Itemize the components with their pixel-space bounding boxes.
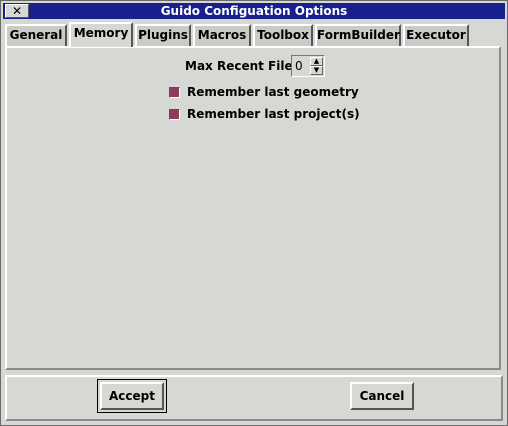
tab-toolbox[interactable]: Toolbox: [253, 24, 313, 46]
tab-memory[interactable]: Memory: [69, 22, 133, 47]
config-dialog: ✕ Guido Configuation Options General Mem…: [0, 0, 508, 426]
remember-projects-label: Remember last project(s): [187, 107, 360, 121]
max-recent-files-spinbox[interactable]: 0 ▲ ▼: [291, 55, 325, 77]
tab-bar: General Memory Plugins Macros Toolbox Fo…: [5, 22, 505, 47]
tab-general[interactable]: General: [5, 24, 67, 46]
remember-geometry-label: Remember last geometry: [187, 85, 359, 99]
tab-formbuilder[interactable]: FormBuilder: [315, 24, 401, 46]
accept-button[interactable]: Accept: [100, 382, 164, 410]
tab-macros[interactable]: Macros: [193, 24, 251, 46]
max-recent-files-value[interactable]: 0: [295, 59, 303, 73]
window-title: Guido Configuation Options: [160, 4, 348, 18]
close-icon[interactable]: ✕: [12, 4, 22, 18]
max-recent-files-label: Max Recent Files: [185, 59, 300, 73]
spin-up-arrow-icon[interactable]: ▲: [310, 57, 323, 66]
cancel-button[interactable]: Cancel: [350, 382, 414, 410]
spin-down-arrow-icon[interactable]: ▼: [310, 66, 323, 75]
tab-executor[interactable]: Executor: [403, 24, 469, 46]
tab-plugins[interactable]: Plugins: [135, 24, 191, 46]
button-bar: [5, 375, 503, 421]
remember-geometry-checkbox[interactable]: [169, 87, 180, 98]
close-button[interactable]: ✕: [5, 4, 29, 18]
title-bar[interactable]: ✕ Guido Configuation Options: [3, 3, 505, 19]
remember-projects-checkbox[interactable]: [169, 109, 180, 120]
accept-button-focus-frame: Accept: [97, 379, 167, 413]
